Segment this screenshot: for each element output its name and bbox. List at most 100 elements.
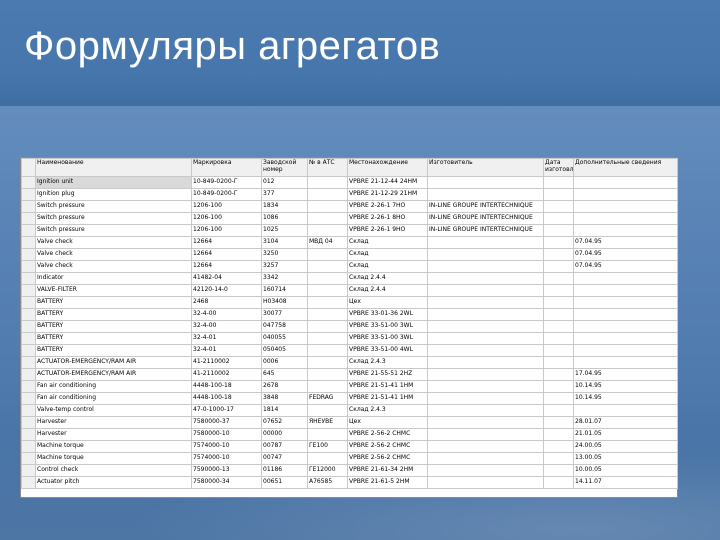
cell-ats[interactable] (307, 404, 348, 417)
cell-serial[interactable]: 040055 (261, 332, 308, 345)
cell-manufacturer[interactable] (427, 392, 544, 405)
cell-ats[interactable] (307, 200, 348, 213)
cell-marking[interactable]: 41-2110002 (191, 356, 262, 369)
cell-date[interactable] (543, 320, 574, 333)
cell-notes[interactable]: 10.14.95 (573, 392, 678, 405)
cell-name[interactable]: Valve-temp control (35, 404, 192, 417)
row-selector[interactable] (21, 332, 36, 345)
cell-marking[interactable]: 1206-100 (191, 200, 262, 213)
table-row[interactable]: Fan air conditioning 4448-100-18 3848 FEDRA… (21, 392, 678, 405)
cell-manufacturer[interactable]: IN-LINE GROUPE INTERTECHNIQUE (427, 212, 544, 225)
cell-marking[interactable]: 7590000-13 (191, 464, 262, 477)
cell-serial[interactable]: 3257 (261, 260, 308, 273)
cell-ats[interactable] (307, 212, 348, 225)
cell-name[interactable]: Ignition unit (35, 176, 192, 189)
table-row[interactable]: ACTUATOR-EMERGENCY/RAM AIR 41-2110002 645 V… (21, 368, 678, 381)
cell-marking[interactable]: 7580000-37 (191, 416, 262, 429)
row-selector[interactable] (21, 236, 36, 249)
cell-manufacturer[interactable] (427, 356, 544, 369)
cell-ats[interactable] (307, 356, 348, 369)
table-row[interactable]: BATTERY 32-4-01 050405 VPBRE 33-51-00 4WL (21, 344, 678, 357)
cell-name[interactable]: Fan air conditioning (35, 380, 192, 393)
cell-notes[interactable]: 10.14.95 (573, 380, 678, 393)
cell-serial[interactable]: H03408 (261, 296, 308, 309)
cell-ats[interactable] (307, 368, 348, 381)
table-row[interactable]: Valve check 12664 3257 Склад 07.04.95 (21, 260, 678, 273)
row-selector[interactable] (21, 344, 36, 357)
cell-date[interactable] (543, 404, 574, 417)
cell-location[interactable]: Склад (347, 248, 428, 261)
cell-location[interactable]: Склад 2.4.3 (347, 356, 428, 369)
cell-ats[interactable]: МВД 04 (307, 236, 348, 249)
cell-name[interactable]: BATTERY (35, 320, 192, 333)
cell-location[interactable]: VPBRE 2-56-2 СНМС (347, 428, 428, 441)
cell-location[interactable]: Склад 2.4.4 (347, 272, 428, 285)
cell-date[interactable] (543, 380, 574, 393)
row-selector[interactable] (21, 464, 36, 477)
column-header-notes[interactable]: Дополнительные сведения (573, 158, 678, 177)
cell-date[interactable] (543, 296, 574, 309)
cell-name[interactable]: Switch pressure (35, 212, 192, 225)
table-row[interactable]: Fan air conditioning 4448-100-18 2678 VPBRE… (21, 380, 678, 393)
table-row[interactable]: Ignition unit 10-849-0200-Г 012 VPBRE 21-12… (21, 176, 678, 189)
row-selector[interactable] (21, 356, 36, 369)
cell-location[interactable]: Цех (347, 416, 428, 429)
cell-date[interactable] (543, 260, 574, 273)
cell-serial[interactable]: 00747 (261, 452, 308, 465)
column-header-location[interactable]: Местонахождение (347, 158, 428, 177)
cell-ats[interactable] (307, 284, 348, 297)
cell-serial[interactable]: 047758 (261, 320, 308, 333)
cell-location[interactable]: VPBRE 2-56-2 СНМС (347, 440, 428, 453)
cell-date[interactable] (543, 464, 574, 477)
cell-marking[interactable]: 7574000-10 (191, 452, 262, 465)
cell-date[interactable] (543, 428, 574, 441)
cell-serial[interactable]: 07652 (261, 416, 308, 429)
cell-serial[interactable]: 3250 (261, 248, 308, 261)
row-selector[interactable] (21, 392, 36, 405)
cell-ats[interactable] (307, 296, 348, 309)
cell-serial[interactable]: 3848 (261, 392, 308, 405)
cell-serial[interactable]: 00000 (261, 428, 308, 441)
column-header-name[interactable]: Наименование (35, 158, 192, 177)
cell-ats[interactable] (307, 188, 348, 201)
cell-notes[interactable]: 13.00.05 (573, 452, 678, 465)
cell-serial[interactable]: 1025 (261, 224, 308, 237)
cell-marking[interactable]: 4448-100-18 (191, 392, 262, 405)
cell-serial[interactable]: 1086 (261, 212, 308, 225)
cell-serial[interactable]: 645 (261, 368, 308, 381)
cell-location[interactable]: VPBRE 33-51-00 3WL (347, 320, 428, 333)
cell-name[interactable]: Machine torque (35, 452, 192, 465)
row-selector[interactable] (21, 368, 36, 381)
cell-manufacturer[interactable] (427, 176, 544, 189)
cell-notes[interactable] (573, 224, 678, 237)
cell-manufacturer[interactable] (427, 332, 544, 345)
cell-serial[interactable]: 1814 (261, 404, 308, 417)
cell-serial[interactable]: 377 (261, 188, 308, 201)
cell-ats[interactable] (307, 380, 348, 393)
cell-notes[interactable]: 07.04.95 (573, 236, 678, 249)
table-row[interactable]: ACTUATOR-EMERGENCY/RAM AIR 41-2110002 0006… (21, 356, 678, 369)
cell-serial[interactable]: 160714 (261, 284, 308, 297)
cell-marking[interactable]: 7574000-10 (191, 440, 262, 453)
cell-name[interactable]: Indicator (35, 272, 192, 285)
cell-manufacturer[interactable] (427, 428, 544, 441)
cell-marking[interactable]: 12664 (191, 260, 262, 273)
cell-manufacturer[interactable]: IN-LINE GROUPE INTERTECHNIQUE (427, 224, 544, 237)
cell-location[interactable]: VPBRE 33-51-00 4WL (347, 344, 428, 357)
row-selector[interactable] (21, 476, 36, 489)
cell-location[interactable]: VPBRE 2-56-2 СНМС (347, 452, 428, 465)
cell-name[interactable]: Harvester (35, 416, 192, 429)
cell-notes[interactable] (573, 320, 678, 333)
cell-serial[interactable]: 3342 (261, 272, 308, 285)
cell-name[interactable]: Switch pressure (35, 200, 192, 213)
cell-date[interactable] (543, 176, 574, 189)
cell-serial[interactable]: 00787 (261, 440, 308, 453)
cell-name[interactable]: Actuator pitch (35, 476, 192, 489)
table-row[interactable]: Valve-temp control 47-0-1000-17 1814 Склад … (21, 404, 678, 417)
cell-notes[interactable] (573, 200, 678, 213)
cell-date[interactable] (543, 200, 574, 213)
cell-notes[interactable] (573, 212, 678, 225)
cell-serial[interactable]: 30077 (261, 308, 308, 321)
cell-name[interactable]: VALVE-FILTER (35, 284, 192, 297)
table-row[interactable]: Switch pressure 1206-100 1025 VPBRE 2-26-1 … (21, 224, 678, 237)
